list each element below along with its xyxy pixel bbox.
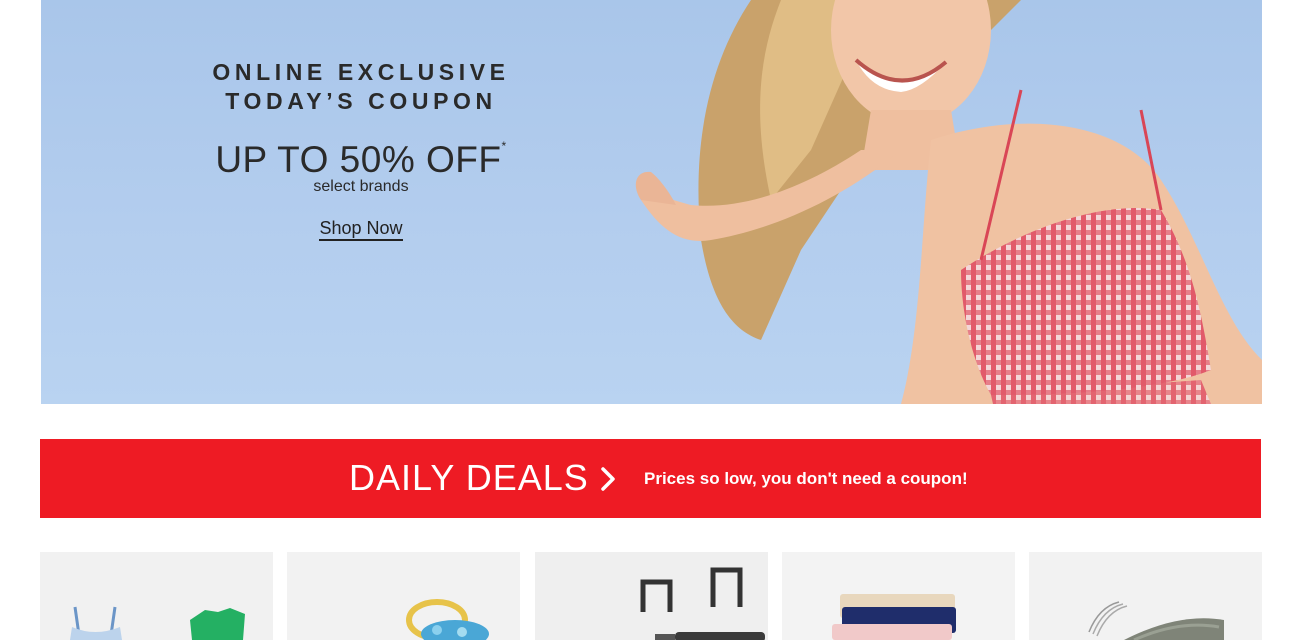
hero-offer-mark: *: [501, 139, 507, 153]
hero-offer-text: UP TO 50% OFF: [215, 139, 502, 180]
hero-model-image: [635, 0, 1262, 404]
jewelry-image: [287, 552, 520, 640]
luggage-image: [535, 552, 768, 640]
category-tile-swimwear[interactable]: [40, 552, 273, 640]
daily-deals-banner[interactable]: DAILY DEALS Prices so low, you don't nee…: [40, 439, 1261, 518]
hangers-image: [1029, 552, 1262, 640]
swimwear-image: [40, 552, 273, 640]
chevron-right-icon: [601, 467, 615, 491]
category-tiles-row: [40, 552, 1262, 640]
category-tile-hangers[interactable]: [1029, 552, 1262, 640]
hero-eyebrow-line2: TODAY’S COUPON: [225, 88, 497, 114]
daily-deals-title: DAILY DEALS: [349, 457, 589, 498]
hero-copy: ONLINE EXCLUSIVE TODAY’S COUPON UP TO 50…: [191, 58, 531, 241]
category-tile-underwear[interactable]: [782, 552, 1015, 640]
category-tile-luggage[interactable]: [535, 552, 768, 640]
hero-banner[interactable]: ONLINE EXCLUSIVE TODAY’S COUPON UP TO 50…: [41, 0, 1262, 404]
category-tile-jewelry[interactable]: [287, 552, 520, 640]
underwear-image: [782, 552, 1015, 640]
daily-deals-tagline: Prices so low, you don't need a coupon!: [644, 469, 968, 488]
hero-offer: UP TO 50% OFF*: [191, 124, 531, 182]
hero-eyebrow-line1: ONLINE EXCLUSIVE: [212, 59, 510, 85]
shop-now-link[interactable]: Shop Now: [319, 218, 403, 241]
